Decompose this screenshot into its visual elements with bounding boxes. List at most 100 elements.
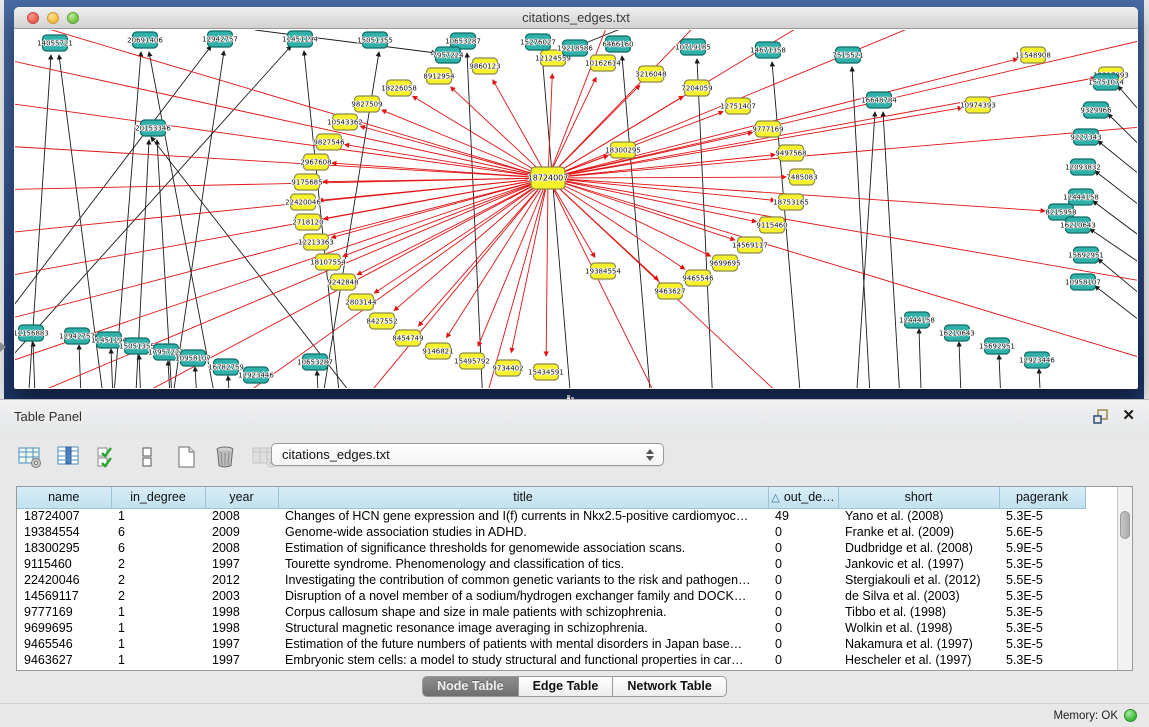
scrollbar-thumb[interactable] (1120, 511, 1130, 539)
close-panel-icon[interactable]: ✕ (1122, 406, 1135, 424)
graph-node[interactable]: 11548908 (1015, 47, 1051, 63)
graph-node[interactable]: 2967608 (300, 154, 331, 170)
graph-node[interactable]: 12093832 (1065, 159, 1101, 175)
graph-node[interactable]: 9465546 (682, 270, 714, 286)
table-row[interactable]: 946554611997Estimation of the future num… (17, 636, 1085, 652)
graph-node[interactable]: 11451194 (282, 31, 318, 47)
graph-node[interactable]: 9175685 (291, 174, 322, 190)
graph-edge[interactable] (1039, 369, 1043, 388)
graph-node[interactable]: 12444158 (899, 312, 935, 328)
graph-node[interactable]: 3216048 (635, 66, 666, 82)
graph-node[interactable]: 18300295 (605, 142, 641, 158)
graph-node[interactable]: 10719185 (675, 39, 711, 55)
graph-node[interactable]: 12923446 (1019, 352, 1055, 368)
graph-node[interactable]: 15051355 (357, 32, 393, 48)
graph-node[interactable]: 16648784 (861, 92, 897, 108)
graph-edge[interactable] (493, 80, 548, 178)
graph-node[interactable]: 9827546 (313, 134, 345, 150)
graph-node[interactable]: 6466160 (602, 36, 633, 52)
network-canvas[interactable]: 1872400712124559986012389129541822605898… (15, 30, 1137, 388)
graph-node[interactable]: 16210643 (939, 325, 975, 341)
graph-edge[interactable] (139, 355, 143, 388)
graph-node[interactable]: 12213363 (298, 234, 334, 250)
graph-node[interactable]: 8454749 (392, 330, 423, 346)
graph-node[interactable]: 22420046 (285, 194, 321, 210)
graph-edge[interactable] (697, 59, 715, 388)
graph-node[interactable]: 9227343 (1070, 129, 1101, 145)
graph-edge[interactable] (195, 178, 548, 388)
row-height-button[interactable] (133, 444, 161, 472)
tab-network-table[interactable]: Network Table (613, 676, 727, 697)
graph-edge[interactable] (919, 329, 923, 388)
panel-collapse-arrow-icon[interactable] (0, 342, 6, 352)
graph-node[interactable]: 9827509 (351, 96, 382, 112)
graph-node[interactable]: 9777169 (752, 121, 783, 137)
graph-node[interactable]: 9699695 (709, 255, 740, 271)
graph-edge[interactable] (15, 100, 548, 178)
graph-node[interactable]: 14671358 (750, 42, 786, 58)
graph-node[interactable]: 15434591 (528, 364, 564, 380)
graph-edge[interactable] (15, 46, 211, 330)
graph-edge[interactable] (1095, 171, 1137, 225)
graph-edge[interactable] (548, 108, 962, 178)
graph-node[interactable]: 9242848 (327, 274, 358, 290)
graph-edge[interactable] (467, 53, 485, 388)
graph-node[interactable]: 9329966 (1080, 102, 1112, 118)
table-row[interactable]: 1938455462009Genome-wide association stu… (17, 524, 1085, 540)
tab-node-table[interactable]: Node Table (422, 676, 518, 697)
column-header-in_degree[interactable]: in_degree (111, 487, 205, 508)
graph-edge[interactable] (1098, 141, 1137, 195)
graph-node[interactable]: 18107554 (310, 254, 346, 270)
new-table-button[interactable] (172, 444, 200, 472)
graph-edge[interactable] (111, 349, 115, 388)
graph-edge[interactable] (1118, 86, 1137, 140)
table-row[interactable]: 1456911722003Disruption of a novel membe… (17, 588, 1085, 604)
table-selector-dropdown[interactable]: citations_edges.txt (271, 443, 664, 466)
graph-node[interactable]: 9146821 (422, 343, 453, 359)
graph-edge[interactable] (15, 178, 548, 280)
graph-node[interactable]: 2718120 (292, 214, 323, 230)
table-row[interactable]: 977716911998Corpus callosum shape and si… (17, 604, 1085, 620)
graph-edge[interactable] (548, 178, 815, 388)
graph-node[interactable]: 20153346 (135, 120, 171, 136)
graph-edge[interactable] (542, 54, 575, 388)
graph-node[interactable]: 12444158 (1063, 189, 1099, 205)
table-row[interactable]: 2242004622012Investigating the contribut… (17, 572, 1085, 588)
graph-node[interactable]: 7485083 (786, 169, 817, 185)
graph-edge[interactable] (15, 145, 548, 178)
table-settings-button[interactable] (16, 444, 44, 472)
graph-edge[interactable] (548, 178, 685, 269)
graph-edge[interactable] (15, 46, 291, 375)
graph-node[interactable]: 10958107 (175, 350, 211, 366)
graph-node[interactable]: 14055721 (37, 35, 73, 51)
graph-edge[interactable] (374, 178, 548, 293)
vertical-scrollbar[interactable] (1117, 487, 1132, 670)
network-graph[interactable]: 1872400712124559986012389129541822605898… (15, 30, 1137, 388)
graph-edge[interactable] (548, 155, 775, 178)
show-columns-button[interactable] (55, 444, 83, 472)
graph-node[interactable]: 15692951 (1068, 247, 1104, 263)
graph-node[interactable]: 10974393 (960, 97, 996, 113)
graph-node[interactable]: 12923446 (238, 367, 274, 383)
graph-node[interactable]: 9497568 (775, 145, 806, 161)
graph-edge[interactable] (999, 355, 1003, 388)
delete-table-button[interactable] (211, 444, 239, 472)
graph-node[interactable]: 16210643 (1060, 217, 1096, 233)
table-row[interactable]: 946362711997Embryonic stem cells: a mode… (17, 652, 1085, 668)
graph-node[interactable]: 9860123 (469, 58, 500, 74)
graph-node[interactable]: 8912954 (423, 68, 455, 84)
graph-node[interactable]: 19384554 (585, 263, 621, 279)
graph-node[interactable]: 2803144 (345, 294, 377, 310)
table-row[interactable]: 911546021997Tourette syndrome. Phenomeno… (17, 556, 1085, 572)
select-columns-button[interactable] (94, 444, 122, 472)
graph-node[interactable]: 8427552 (366, 313, 397, 329)
graph-edge[interactable] (959, 342, 963, 388)
column-header-pagerank[interactable]: pagerank (999, 487, 1085, 508)
graph-node[interactable]: 20691406 (127, 32, 163, 48)
graph-node[interactable]: 14569117 (732, 237, 768, 253)
graph-hub-node[interactable]: 18724007 (528, 167, 569, 189)
column-header-title[interactable]: title (278, 487, 768, 508)
graph-edge[interactable] (1093, 201, 1137, 255)
column-header-out_degree[interactable]: △out_de… (768, 487, 838, 508)
graph-node[interactable]: 18226058 (381, 80, 417, 96)
